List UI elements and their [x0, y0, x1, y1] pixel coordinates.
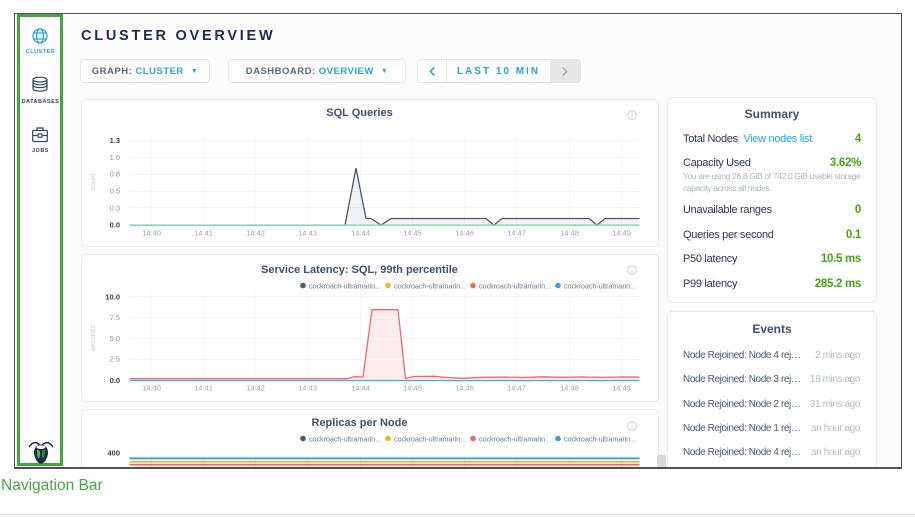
svg-text:0.5: 0.5: [110, 187, 120, 196]
svg-text:count: count: [90, 173, 97, 190]
svg-text:5.0: 5.0: [110, 334, 120, 343]
svg-text:0.0: 0.0: [110, 376, 120, 385]
svg-text:14:41: 14:41: [194, 384, 213, 393]
svg-text:1.3: 1.3: [110, 136, 120, 145]
svg-text:2.5: 2.5: [110, 355, 120, 364]
svg-text:14:40: 14:40: [142, 229, 161, 238]
svg-text:14:49: 14:49: [612, 229, 631, 238]
svg-text:Replicas per Node: Replicas per Node: [312, 417, 408, 429]
svg-text:14:48: 14:48: [560, 384, 579, 393]
svg-text:SQL Queries: SQL Queries: [326, 107, 392, 119]
svg-text:14:41: 14:41: [194, 229, 213, 238]
svg-text:0.3: 0.3: [110, 204, 120, 213]
svg-text:14:40: 14:40: [142, 384, 161, 393]
svg-text:14:46: 14:46: [455, 229, 474, 238]
svg-text:cockroach-ultramarin...: cockroach-ultramarin...: [309, 282, 381, 291]
svg-text:14:43: 14:43: [298, 229, 317, 238]
svg-text:0.8: 0.8: [110, 170, 120, 179]
svg-text:cockroach-ultramarin...: cockroach-ultramarin...: [309, 435, 381, 444]
svg-text:cockroach-ultramarin...: cockroach-ultramarin...: [564, 435, 636, 444]
svg-text:14:46: 14:46: [455, 384, 474, 393]
svg-text:400: 400: [107, 448, 120, 457]
svg-text:10.0: 10.0: [105, 293, 120, 302]
svg-text:seconds: seconds: [90, 324, 97, 351]
svg-text:14:42: 14:42: [246, 229, 265, 238]
svg-text:14:45: 14:45: [403, 384, 422, 393]
svg-text:14:45: 14:45: [403, 229, 422, 238]
svg-text:14:44: 14:44: [351, 229, 370, 238]
svg-text:0.0: 0.0: [110, 220, 120, 229]
svg-text:14:43: 14:43: [298, 384, 317, 393]
svg-text:Service Latency: SQL, 99th per: Service Latency: SQL, 99th percentile: [261, 264, 458, 276]
svg-text:14:44: 14:44: [351, 384, 370, 393]
svg-text:14:49: 14:49: [612, 384, 631, 393]
svg-text:cockroach-ultramarin...: cockroach-ultramarin...: [479, 282, 551, 291]
svg-text:cockroach-ultramarin...: cockroach-ultramarin...: [479, 435, 551, 444]
svg-text:14:48: 14:48: [560, 229, 579, 238]
svg-text:7.5: 7.5: [110, 313, 120, 322]
svg-text:14:47: 14:47: [507, 384, 526, 393]
svg-text:cockroach-ultramarin...: cockroach-ultramarin...: [564, 282, 636, 291]
svg-text:14:47: 14:47: [507, 229, 526, 238]
svg-text:1.0: 1.0: [110, 153, 120, 162]
svg-text:14:42: 14:42: [246, 384, 265, 393]
svg-text:cockroach-ultramarin...: cockroach-ultramarin...: [394, 435, 466, 444]
svg-text:cockroach-ultramarin...: cockroach-ultramarin...: [394, 282, 466, 291]
